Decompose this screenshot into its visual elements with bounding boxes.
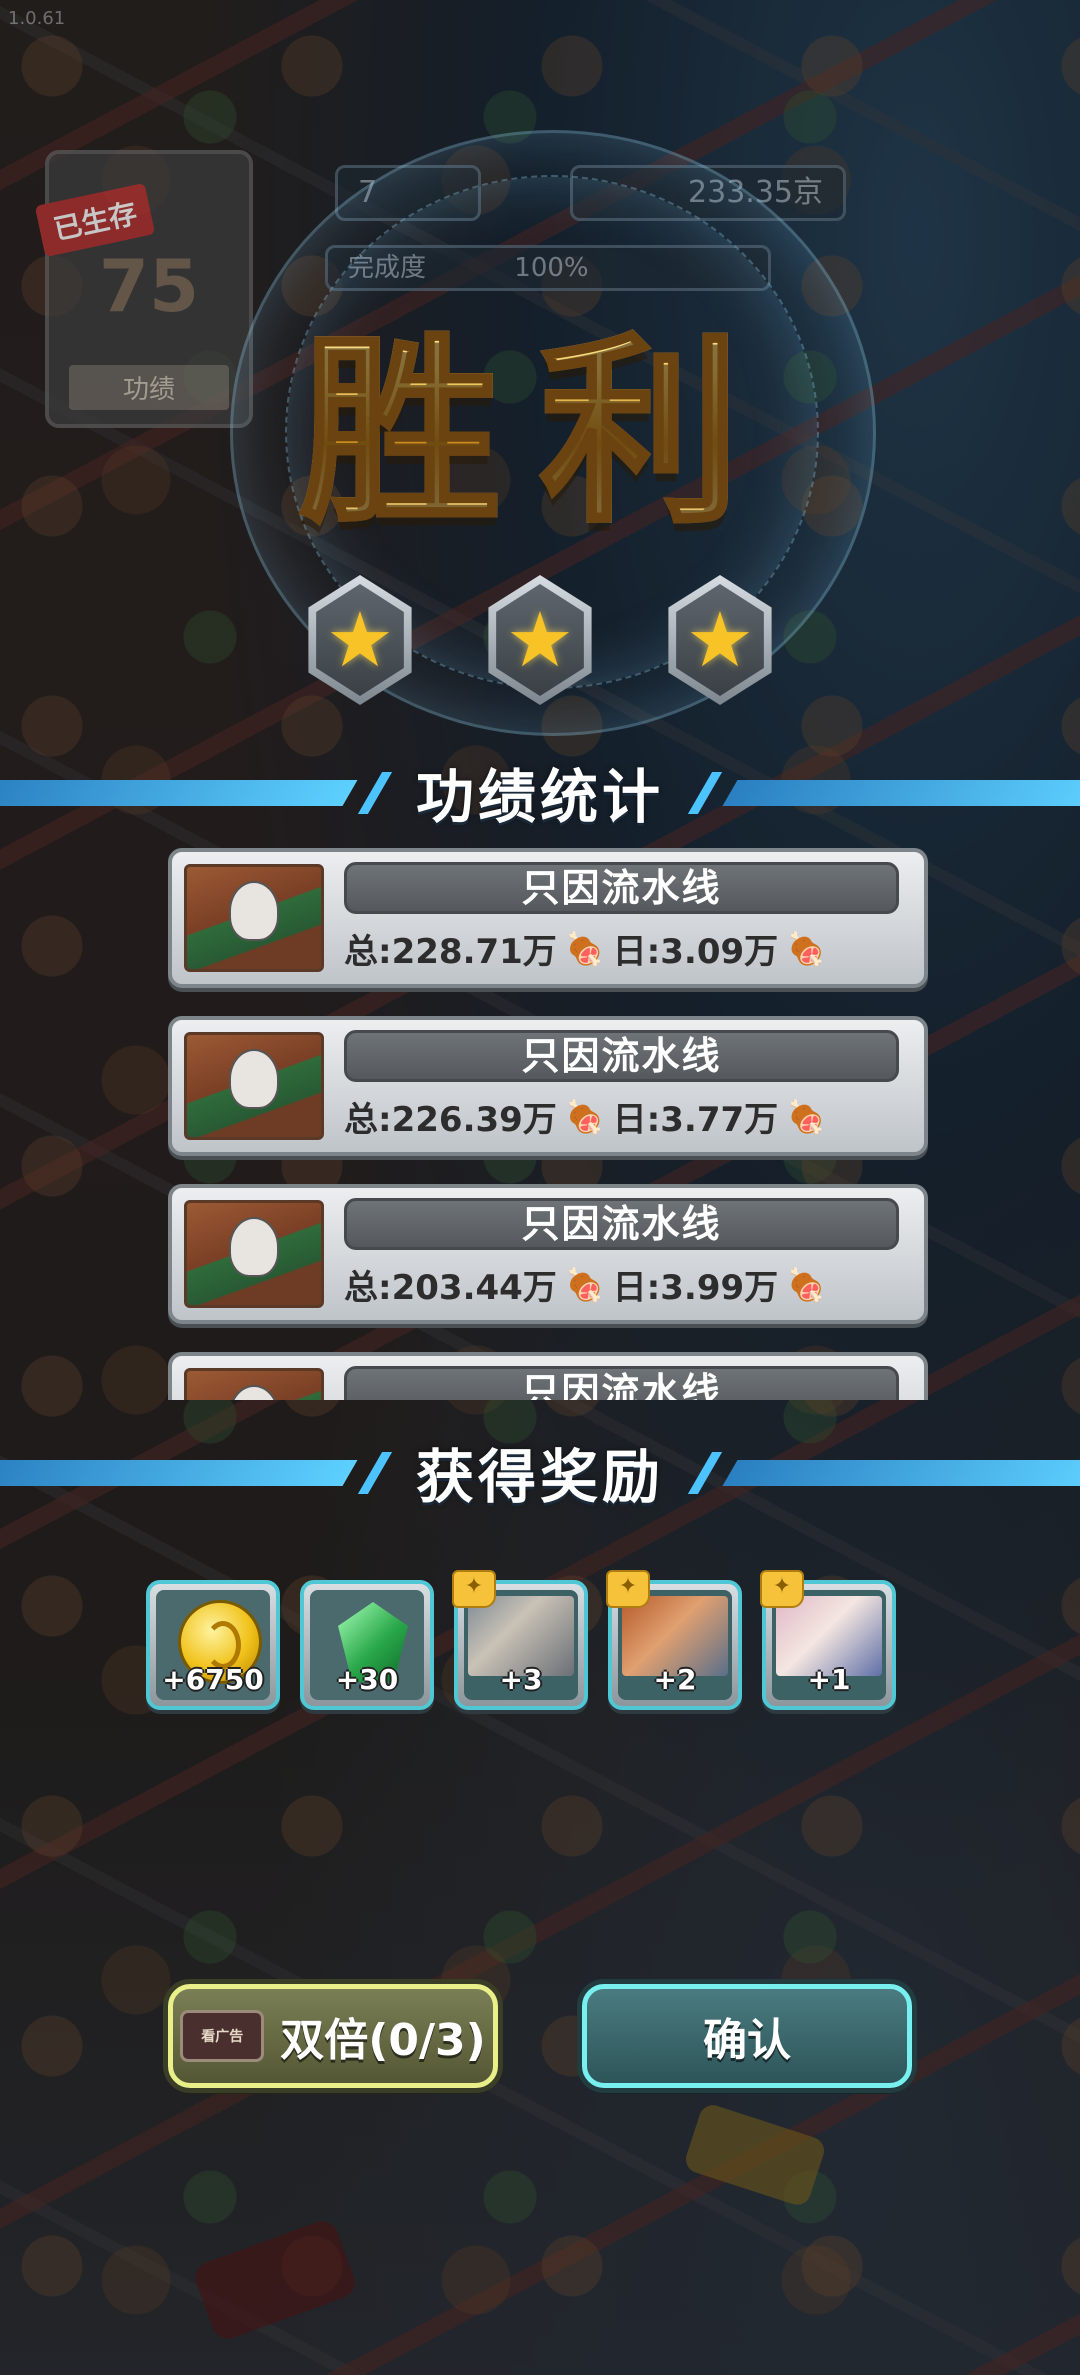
meat-icon: 🍖 [786, 1265, 826, 1304]
rewards-row: +6750 +30 ✦ +3 ✦ +2 ✦ +1 [146, 1570, 896, 1710]
stat-name: 只因流水线 [344, 1198, 899, 1250]
header-wing-left [0, 780, 358, 806]
stat-total: 总:226.39万 [344, 1100, 557, 1140]
puzzle-icon: ✦ [606, 1570, 650, 1608]
stat-card: 只因流水线 [168, 1352, 928, 1400]
stat-name: 只因流水线 [344, 862, 899, 914]
reward-amount: +1 [807, 1663, 851, 1696]
reward-amount: +3 [499, 1663, 543, 1696]
header-wing-left [0, 1460, 358, 1486]
star-slot: ★ [488, 575, 592, 705]
header-wing-right [722, 780, 1080, 806]
reward-amount: +2 [653, 1663, 697, 1696]
meat-icon: 🍖 [564, 1265, 605, 1304]
reward-coin[interactable]: +6750 [146, 1580, 280, 1710]
meat-icon: 🍖 [786, 1097, 826, 1136]
stat-daily: 日:3.99万 [612, 1268, 779, 1308]
confirm-button[interactable]: 确认 [582, 1984, 912, 2088]
rewards-header: 获得奖励 [0, 1432, 1080, 1512]
confirm-label: 确认 [703, 2015, 791, 2066]
rewards-title: 获得奖励 [415, 1443, 664, 1511]
stat-daily: 日:3.09万 [612, 932, 779, 972]
star-icon: ★ [505, 595, 575, 684]
stat-card: 只因流水线 总:228.71万 🍖 日:3.09万 🍖 [168, 848, 928, 988]
version-label: 1.0.61 [8, 8, 66, 29]
double-reward-button[interactable]: 看广告 双倍(0/3) [168, 1984, 498, 2088]
stat-name: 只因流水线 [344, 1030, 899, 1082]
reward-card[interactable]: ✦ +3 [452, 1570, 588, 1710]
stat-daily: 日:3.77万 [612, 1100, 779, 1140]
stat-values: 总:203.44万 🍖 日:3.99万 🍖 [344, 1260, 834, 1309]
production-line-thumbnail [184, 864, 324, 972]
reward-amount: +6750 [162, 1663, 264, 1696]
stat-name: 只因流水线 [344, 1366, 899, 1400]
production-line-thumbnail [184, 1200, 324, 1308]
reward-card[interactable]: ✦ +2 [606, 1570, 742, 1710]
meat-icon: 🍖 [564, 1097, 605, 1136]
stat-values: 总:228.71万 🍖 日:3.09万 🍖 [344, 924, 834, 973]
stat-card: 只因流水线 总:226.39万 🍖 日:3.77万 🍖 [168, 1016, 928, 1156]
ad-tag-icon: 看广告 [180, 2010, 265, 2062]
reward-gem[interactable]: +30 [300, 1580, 434, 1710]
reward-amount: +30 [335, 1663, 399, 1696]
stats-header: 功绩统计 [0, 752, 1080, 832]
stats-title: 功绩统计 [415, 763, 664, 831]
puzzle-icon: ✦ [760, 1570, 804, 1608]
production-line-thumbnail [184, 1032, 324, 1140]
reward-card[interactable]: ✦ +1 [760, 1570, 896, 1710]
production-line-thumbnail [184, 1368, 324, 1400]
victory-title: 胜利 [0, 270, 1080, 560]
star-icon: ★ [685, 595, 755, 684]
stats-list[interactable]: 只因流水线 总:228.71万 🍖 日:3.09万 🍖 只因流水线 总:226.… [168, 848, 928, 1400]
meat-icon: 🍖 [786, 929, 826, 968]
stat-card: 只因流水线 总:203.44万 🍖 日:3.99万 🍖 [168, 1184, 928, 1324]
stat-values: 总:226.39万 🍖 日:3.77万 🍖 [344, 1092, 834, 1141]
star-rating: ★ ★ ★ [300, 575, 780, 705]
stat-total: 总:203.44万 [344, 1268, 557, 1308]
meat-icon: 🍖 [564, 929, 605, 968]
header-wing-right [722, 1460, 1080, 1486]
star-slot: ★ [308, 575, 412, 705]
stat-total: 总:228.71万 [344, 932, 557, 972]
double-reward-label: 双倍(0/3) [280, 2015, 486, 2066]
star-icon: ★ [325, 595, 395, 684]
star-slot: ★ [668, 575, 772, 705]
puzzle-icon: ✦ [452, 1570, 496, 1608]
